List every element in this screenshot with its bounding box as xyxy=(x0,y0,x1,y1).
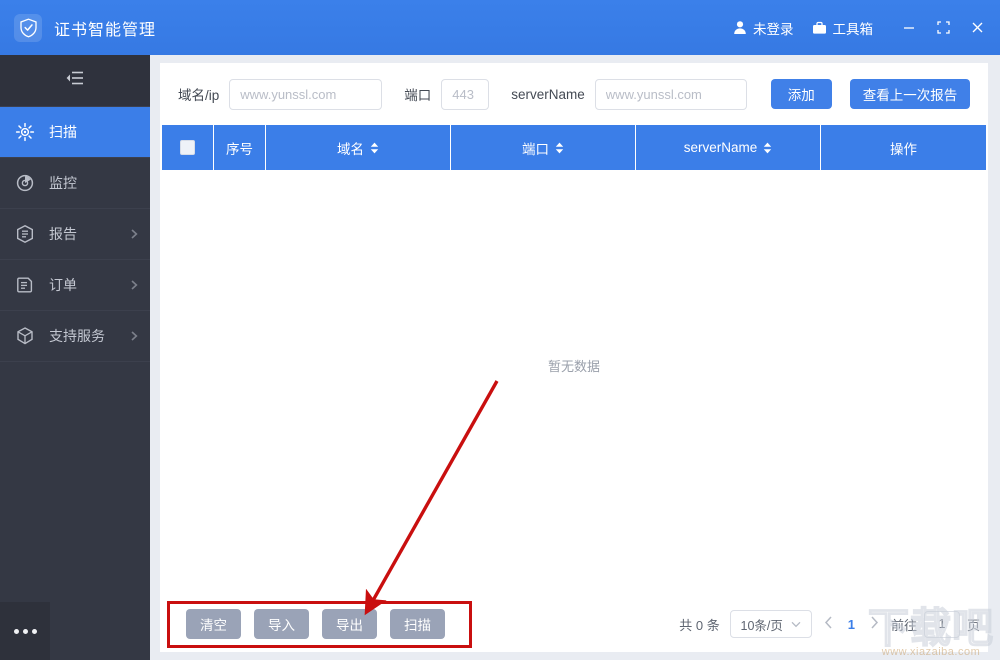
shield-check-icon xyxy=(14,14,42,42)
maximize-button[interactable] xyxy=(926,11,960,45)
clear-button[interactable]: 清空 xyxy=(186,609,241,639)
pagination-prev-button[interactable] xyxy=(822,616,835,632)
empty-state-text: 暂无数据 xyxy=(548,356,600,375)
sidebar-item-order[interactable]: 订单 xyxy=(0,260,150,311)
scan-button[interactable]: 扫描 xyxy=(390,609,445,639)
domain-label: 域名/ip xyxy=(178,84,219,104)
table-header-label: 域名 xyxy=(337,138,364,158)
table-header-port[interactable]: 端口 xyxy=(451,125,636,170)
chevron-right-icon xyxy=(131,226,138,242)
export-button[interactable]: 导出 xyxy=(322,609,377,639)
table-body: 暂无数据 xyxy=(162,170,986,600)
sidebar-collapse-button[interactable] xyxy=(0,55,150,107)
pagination: 共 0 条 10条/页 1 前往 xyxy=(679,610,988,638)
chevron-down-icon xyxy=(791,617,801,631)
sidebar-item-label: 订单 xyxy=(49,275,131,295)
table-header-domain[interactable]: 域名 xyxy=(266,125,451,170)
table-header-select-all[interactable] xyxy=(162,125,214,170)
sort-arrows-icon[interactable] xyxy=(555,142,564,154)
toolbox-label: 工具箱 xyxy=(833,18,874,38)
view-last-report-button[interactable]: 查看上一次报告 xyxy=(850,79,971,109)
sidebar: 扫描 监控 报告 xyxy=(0,55,150,660)
window-controls xyxy=(892,11,1000,45)
table-header-label: 序号 xyxy=(226,138,253,158)
main-content: 域名/ip 端口 serverName 添加 查看上一次报告 序号 xyxy=(150,55,1000,660)
chevron-right-icon xyxy=(131,328,138,344)
goto-page-input[interactable] xyxy=(924,611,960,638)
report-doc-icon xyxy=(14,223,36,245)
sort-arrows-icon[interactable] xyxy=(370,142,379,154)
sidebar-item-monitor[interactable]: 监控 xyxy=(0,158,150,209)
select-all-checkbox[interactable] xyxy=(180,140,195,155)
sidebar-item-support[interactable]: 支持服务 xyxy=(0,311,150,362)
scan-table: 序号 域名 端口 xyxy=(160,125,988,600)
chevron-right-icon xyxy=(131,277,138,293)
add-button[interactable]: 添加 xyxy=(771,79,832,109)
support-box-icon xyxy=(14,325,36,347)
menu-collapse-icon xyxy=(65,70,85,91)
sidebar-item-report[interactable]: 报告 xyxy=(0,209,150,260)
briefcase-icon xyxy=(812,21,827,35)
servername-input[interactable] xyxy=(595,79,747,110)
sidebar-item-label: 监控 xyxy=(49,173,150,193)
table-header-label: 端口 xyxy=(522,138,549,158)
table-header-servername[interactable]: serverName xyxy=(636,125,821,170)
pagination-goto: 前往 页 xyxy=(891,611,980,638)
radar-scan-icon xyxy=(14,121,36,143)
scan-panel: 域名/ip 端口 serverName 添加 查看上一次报告 序号 xyxy=(160,63,988,652)
port-label: 端口 xyxy=(404,84,431,104)
table-header-label: 操作 xyxy=(890,138,917,158)
table-header-index: 序号 xyxy=(214,125,266,170)
user-icon xyxy=(733,20,747,35)
servername-label: serverName xyxy=(511,87,585,102)
ellipsis-icon xyxy=(14,629,37,634)
account-label: 未登录 xyxy=(753,18,794,38)
sidebar-item-label: 支持服务 xyxy=(49,326,131,346)
sidebar-more-button[interactable] xyxy=(0,602,50,660)
table-header-label: serverName xyxy=(684,140,758,155)
order-doc-icon xyxy=(14,274,36,296)
sidebar-item-scan[interactable]: 扫描 xyxy=(0,107,150,158)
table-header-row: 序号 域名 端口 xyxy=(162,125,986,170)
toolbox-button[interactable]: 工具箱 xyxy=(803,13,883,43)
close-button[interactable] xyxy=(960,11,994,45)
goto-suffix-label: 页 xyxy=(967,615,980,634)
monitor-circle-icon xyxy=(14,172,36,194)
panel-footer: 清空 导入 导出 扫描 共 0 条 10条/页 xyxy=(160,596,988,652)
domain-input[interactable] xyxy=(229,79,382,110)
sort-arrows-icon[interactable] xyxy=(763,142,772,154)
sidebar-item-label: 扫描 xyxy=(49,122,150,142)
app-window: 证书智能管理 未登录 工具箱 xyxy=(0,0,1000,660)
account-button[interactable]: 未登录 xyxy=(724,13,803,43)
pagination-page-1[interactable]: 1 xyxy=(845,617,858,632)
import-button[interactable]: 导入 xyxy=(254,609,309,639)
page-size-select[interactable]: 10条/页 xyxy=(730,610,812,638)
brand: 证书智能管理 xyxy=(0,14,156,42)
page-size-label: 10条/页 xyxy=(741,615,783,634)
pagination-next-button[interactable] xyxy=(868,616,881,632)
minimize-button[interactable] xyxy=(892,11,926,45)
pagination-total: 共 0 条 xyxy=(679,615,719,634)
scan-form-bar: 域名/ip 端口 serverName 添加 查看上一次报告 xyxy=(160,63,988,125)
footer-button-group: 清空 导入 导出 扫描 xyxy=(160,609,445,639)
table-header-action: 操作 xyxy=(821,125,986,170)
sidebar-filler xyxy=(0,362,150,602)
app-title: 证书智能管理 xyxy=(54,16,156,40)
title-bar: 证书智能管理 未登录 工具箱 xyxy=(0,0,1000,55)
sidebar-item-label: 报告 xyxy=(49,224,131,244)
goto-prefix-label: 前往 xyxy=(891,615,917,634)
port-input[interactable] xyxy=(441,79,489,110)
